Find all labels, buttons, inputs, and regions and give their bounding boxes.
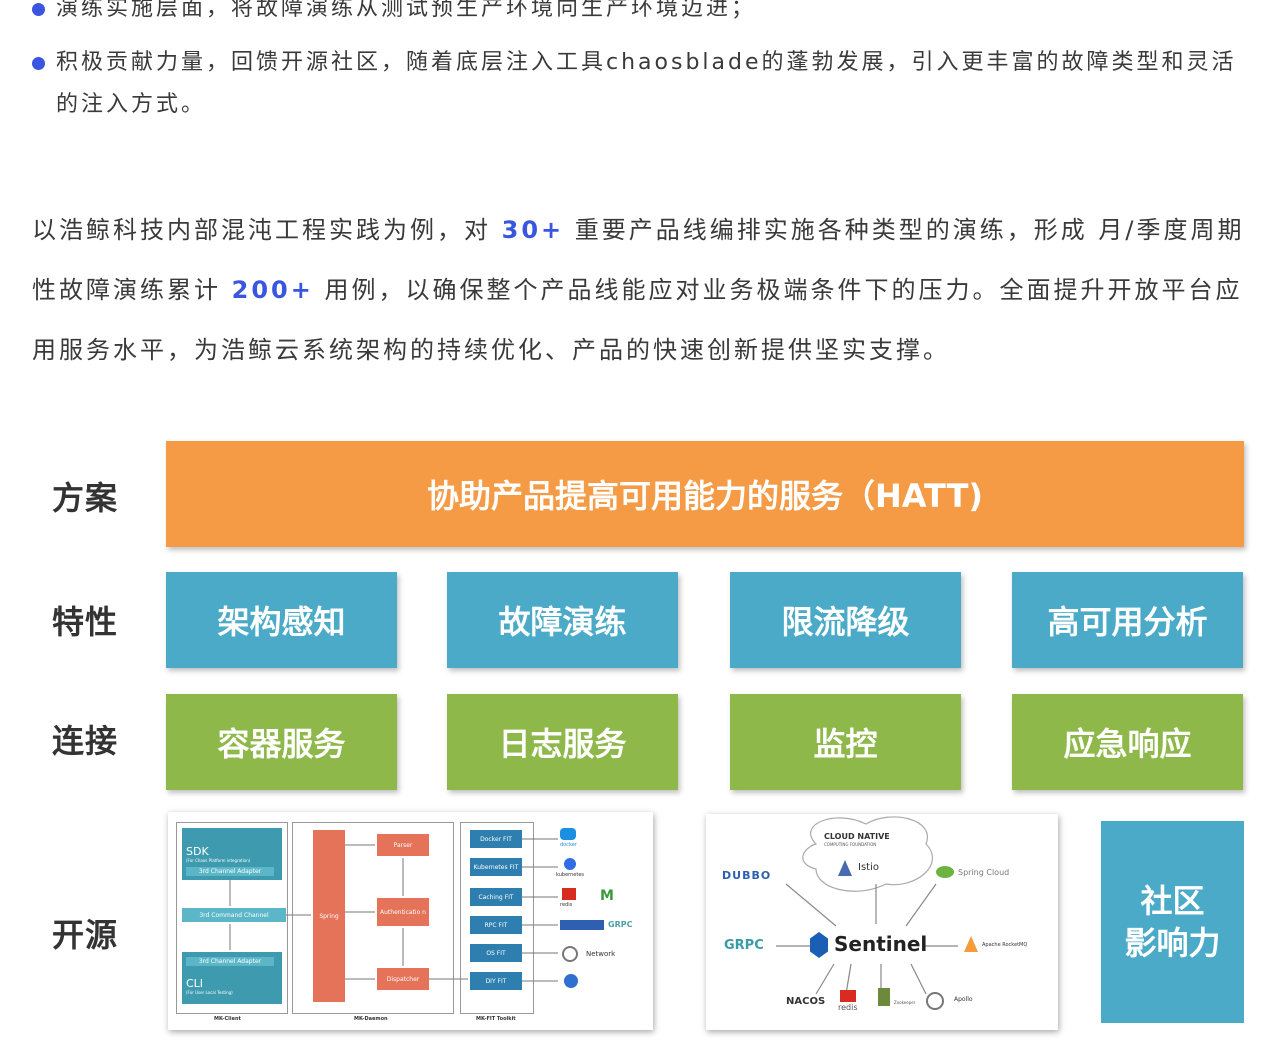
memcached-icon: M <box>600 888 614 904</box>
row-label-connections: 连接 <box>52 722 119 760</box>
sentinel-label: Sentinel <box>834 932 928 956</box>
dubbo-label: DUBBO <box>722 869 772 882</box>
solution-box: 协助产品提高可用能力的服务（HATT) <box>166 441 1244 547</box>
dubbo-icon <box>560 920 604 930</box>
community-label: 影响力 <box>1124 924 1221 962</box>
bullet-dot-icon <box>32 57 45 70</box>
redis-icon <box>562 888 576 900</box>
feature-box: 架构感知 <box>166 572 397 668</box>
sentinel-ecosystem-panel: CLOUD NATIVE COMPUTING FOUNDATION Istio … <box>706 814 1058 1030</box>
row-label-solution: 方案 <box>52 479 119 517</box>
apollo-icon <box>926 992 944 1010</box>
docker-label: docker <box>560 842 577 848</box>
footer-label: MK-Daemon <box>354 1016 388 1022</box>
diy-icon <box>564 974 578 988</box>
network-icon <box>562 946 578 962</box>
apollo-label: Apollo <box>954 996 973 1003</box>
rocketmq-label: Apache RocketMQ <box>982 942 1028 948</box>
mk-architecture-panel: SDK (For Chaos Platform integration) 3rd… <box>168 812 653 1030</box>
highlight-number: 30+ <box>501 216 565 244</box>
grpc-label: GRPC <box>608 920 633 929</box>
docker-icon <box>560 828 576 840</box>
footer-label: MK-FIT Toolkit <box>476 1016 516 1022</box>
kubernetes-icon <box>564 858 576 870</box>
istio-icon <box>838 860 852 876</box>
nacos-label: NACOS <box>786 996 826 1007</box>
connection-box: 应急响应 <box>1012 694 1243 790</box>
bullet-text: 积极贡献力量，回馈开源社区，随着底层注入工具chaosblade的蓬勃发展，引入… <box>56 50 1237 117</box>
footer-label: MK-Client <box>214 1016 241 1022</box>
bullet-dot-icon <box>32 3 45 16</box>
kubernetes-label: kubernetes <box>556 872 585 878</box>
intro-paragraph: 以浩鲸科技内部混沌工程实践为例，对 30+ 重要产品线编排实施各种类型的演练，形… <box>32 200 1252 380</box>
network-label: Network <box>586 950 616 958</box>
row-label-features: 特性 <box>52 603 119 641</box>
redis-label: redis <box>560 902 573 908</box>
community-box: 社区 影响力 <box>1101 821 1244 1023</box>
redis-icon <box>840 990 856 1002</box>
cncf-sub: COMPUTING FOUNDATION <box>824 842 877 847</box>
spring-cloud-label: Spring Cloud <box>958 868 1010 877</box>
connection-box: 监控 <box>730 694 961 790</box>
feature-box: 高可用分析 <box>1012 572 1243 668</box>
paragraph-text: 以浩鲸科技内部混沌工程实践为例，对 <box>32 216 502 244</box>
spring-cloud-icon <box>936 866 954 878</box>
bullet-text: 演练实施层面，将故障演练从测试预生产环境向生产环境迈进； <box>56 0 757 21</box>
connection-box: 日志服务 <box>447 694 678 790</box>
grpc-label: GRPC <box>724 938 764 953</box>
feature-box: 故障演练 <box>447 572 678 668</box>
cncf-label: CLOUD NATIVE <box>824 832 890 841</box>
feature-box: 限流降级 <box>730 572 961 668</box>
redis-label: redis <box>838 1003 858 1012</box>
community-label: 社区 <box>1140 882 1205 920</box>
connection-box: 容器服务 <box>166 694 397 790</box>
zookeeper-icon <box>878 988 890 1006</box>
zookeeper-label: Zookeeper <box>894 1000 916 1005</box>
row-label-opensource: 开源 <box>52 916 119 954</box>
highlight-number: 200+ <box>231 276 314 304</box>
istio-label: Istio <box>858 862 879 873</box>
